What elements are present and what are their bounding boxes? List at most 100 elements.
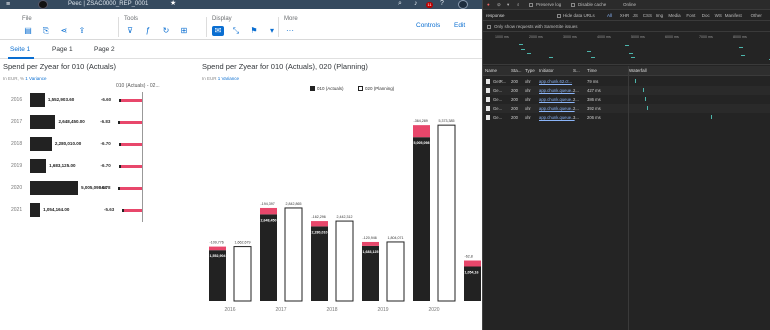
preserve-log-checkbox[interactable] xyxy=(529,3,533,7)
more-options-icon[interactable]: ··· xyxy=(284,26,296,36)
variance-bar[interactable] xyxy=(464,260,481,267)
planning-bar[interactable] xyxy=(386,241,405,302)
variance-bar[interactable] xyxy=(120,165,142,168)
request-row[interactable]: Ge... 200 xhr app.chunk.queue... 2... 392 ms xyxy=(483,104,770,113)
planning-bar[interactable] xyxy=(233,246,252,302)
filter-icon[interactable]: ⊽ xyxy=(124,26,136,36)
actuals-bar[interactable] xyxy=(30,137,52,151)
request-row[interactable]: GetR... 200 xhr app.chunk.62.ct... 79 ms xyxy=(483,77,770,86)
column-header[interactable]: Name xyxy=(485,68,497,73)
clear-icon[interactable]: ⊘ xyxy=(497,2,501,8)
resource-type-filter[interactable]: All xyxy=(607,13,612,18)
timeline-request-mark xyxy=(549,57,553,58)
request-initiator[interactable]: app.chunk.queue... xyxy=(539,97,575,102)
resource-type-filter[interactable]: Font xyxy=(686,13,695,18)
variance-bar[interactable] xyxy=(260,207,277,215)
actuals-bar[interactable] xyxy=(362,245,379,301)
resource-type-filter[interactable]: Img xyxy=(656,13,664,18)
variance-bar[interactable] xyxy=(362,241,379,246)
bookmark-icon[interactable]: ⚑ xyxy=(248,26,260,36)
request-row[interactable]: Ge... 200 xhr app.chunk.queue... 2... 427 ms xyxy=(483,86,770,95)
fullscreen-icon[interactable]: ⤡ xyxy=(230,26,242,36)
column-header[interactable]: Time xyxy=(587,68,597,73)
save-icon[interactable]: ▤ xyxy=(22,26,34,36)
edit-button[interactable]: Edit xyxy=(454,22,465,29)
disable-cache-checkbox[interactable] xyxy=(571,3,575,7)
comment-icon[interactable]: ✉ xyxy=(212,26,224,36)
right-bar-chart[interactable]: 1,552,904 -109,776 1,662,679 2016 2,648,450 -… xyxy=(200,100,482,330)
planning-bar[interactable] xyxy=(335,220,354,302)
column-header[interactable]: Type xyxy=(525,68,535,73)
request-row[interactable]: Ge... 200 xhr app.chunk.queue... 2... 386 ms xyxy=(483,95,770,104)
request-initiator[interactable]: app.chunk.queue... xyxy=(539,115,575,120)
copy-icon[interactable]: ⎘ xyxy=(40,26,52,36)
search-icon[interactable]: ⌕ xyxy=(517,2,520,7)
planning-bar[interactable] xyxy=(284,207,303,302)
hide-data-urls-checkbox[interactable] xyxy=(557,14,561,18)
avatar[interactable] xyxy=(458,0,468,9)
actuals-bar[interactable] xyxy=(30,115,56,129)
actuals-bar[interactable] xyxy=(260,214,277,301)
actuals-bar[interactable] xyxy=(30,181,79,195)
tab-page-1[interactable]: Page 1 xyxy=(52,46,73,53)
record-icon[interactable]: ● xyxy=(487,2,490,7)
resource-type-filter[interactable]: CSS xyxy=(643,13,652,18)
left-chart-variance-link[interactable]: 1 Variance xyxy=(25,76,46,81)
timeline-overview[interactable]: 1000 ms 2000 ms 3000 ms 4000 ms 5000 ms 6000 … xyxy=(483,33,770,65)
throttling-select[interactable]: Online xyxy=(623,2,636,7)
column-header[interactable]: Sta... xyxy=(511,68,522,73)
export-icon[interactable]: ⇪ xyxy=(76,26,88,36)
resource-type-filter[interactable]: Other xyxy=(751,13,762,18)
request-initiator[interactable]: app.chunk.queue... xyxy=(539,88,575,93)
variance-bar[interactable] xyxy=(120,143,142,146)
resource-type-filter[interactable]: XHR xyxy=(620,13,630,18)
controls-button[interactable]: Controls xyxy=(416,22,440,29)
favorite-star-icon[interactable]: ★ xyxy=(170,0,176,8)
column-header[interactable]: S... xyxy=(573,68,580,73)
search-icon[interactable]: ⌕ xyxy=(398,0,402,8)
resource-type-filter[interactable]: Media xyxy=(668,13,680,18)
hamburger-menu-icon[interactable]: ≡ xyxy=(6,1,10,8)
timeline-tick-label: 5000 ms xyxy=(631,35,645,39)
actuals-bar[interactable] xyxy=(413,137,430,301)
variance-bar[interactable] xyxy=(311,221,328,227)
variance-bar[interactable] xyxy=(120,121,142,124)
variance-bar[interactable] xyxy=(120,99,142,102)
variance-bar[interactable] xyxy=(120,187,142,190)
resource-type-filter[interactable]: JS xyxy=(633,13,638,18)
file-group-label: File xyxy=(22,16,32,22)
tools-group-label: Tools xyxy=(124,16,139,22)
request-initiator[interactable]: app.chunk.62.ct... xyxy=(539,79,572,84)
column-header[interactable]: Initiator xyxy=(539,68,554,73)
formula-icon[interactable]: ƒ xyxy=(142,26,154,36)
column-header[interactable]: Waterfall xyxy=(629,68,647,73)
variance-bar[interactable] xyxy=(209,246,226,251)
share-icon[interactable]: ⋖ xyxy=(58,26,70,36)
filter-icon[interactable]: ▾ xyxy=(507,2,509,8)
resource-type-filter[interactable]: Manifest xyxy=(725,13,742,18)
actuals-bar[interactable] xyxy=(30,93,45,107)
resource-type-filter[interactable]: Doc xyxy=(702,13,710,18)
data-icon[interactable]: ⊞ xyxy=(178,26,190,36)
actuals-bar[interactable] xyxy=(30,203,41,217)
variance-bar[interactable] xyxy=(413,125,430,138)
bell-icon[interactable]: ♪ xyxy=(414,0,418,8)
tab-page-2[interactable]: Page 2 xyxy=(94,46,115,53)
chevron-down-icon[interactable]: ▾ xyxy=(266,26,278,36)
tab-seite-1[interactable]: Seite 1 xyxy=(10,46,30,53)
request-initiator[interactable]: app.chunk.queue... xyxy=(539,106,575,111)
right-chart-title: Spend per Zyear for 010 (Actuals), 020 (… xyxy=(202,62,368,71)
filter-input[interactable]: response xyxy=(486,13,505,18)
refresh-icon[interactable]: ↻ xyxy=(160,26,172,36)
help-icon[interactable]: ? xyxy=(440,0,444,8)
resource-type-filter[interactable]: WS xyxy=(715,13,722,18)
actuals-bar[interactable] xyxy=(30,159,47,173)
planning-bar[interactable] xyxy=(437,124,456,302)
company-logo[interactable] xyxy=(38,0,48,9)
variance-bar[interactable] xyxy=(123,209,142,212)
request-row[interactable]: Ge... 200 xhr app.chunk.queue... 3... 206 ms xyxy=(483,113,770,122)
right-chart-variance-link[interactable]: 1 Variance xyxy=(218,76,239,81)
actuals-bar[interactable] xyxy=(311,226,328,301)
year-tick-label: 2016 xyxy=(224,307,235,313)
samesite-checkbox[interactable] xyxy=(487,25,491,29)
